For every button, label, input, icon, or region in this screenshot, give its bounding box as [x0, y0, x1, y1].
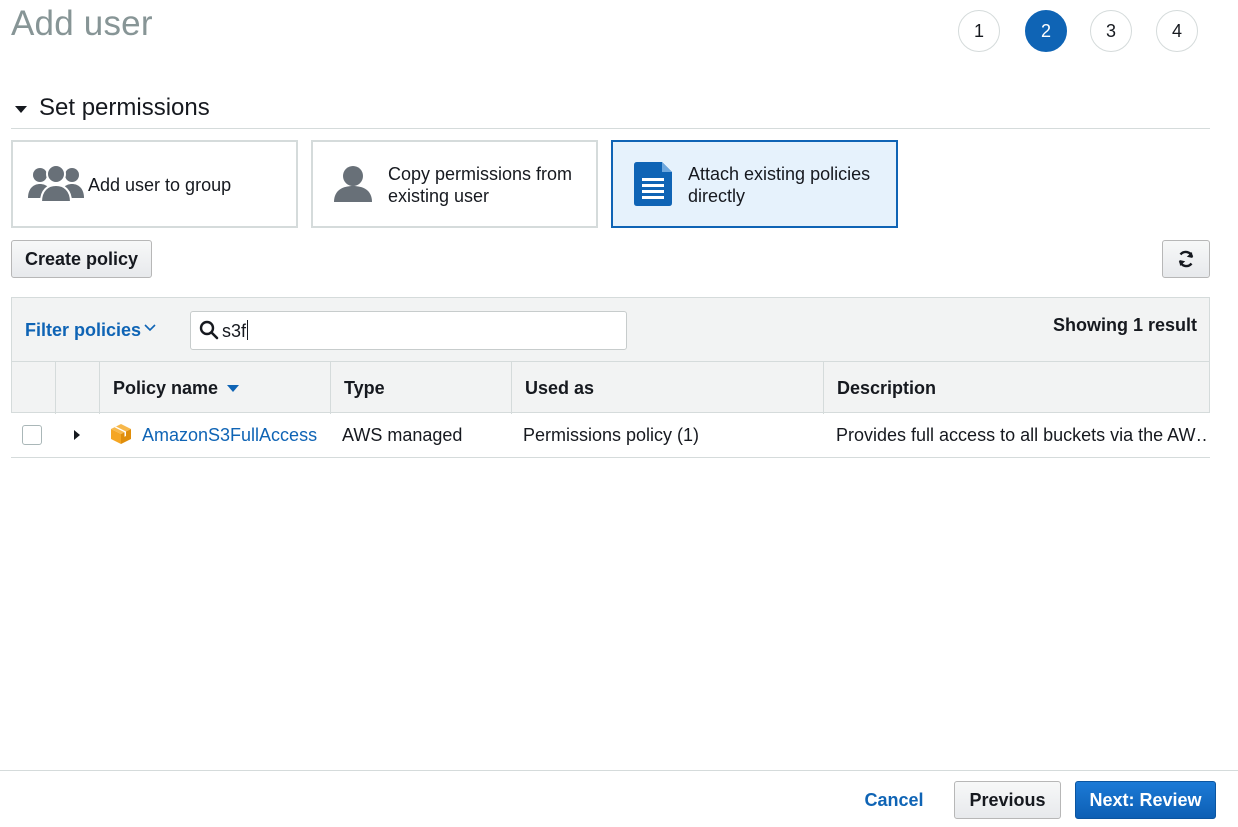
option-add-user-to-group[interactable]: Add user to group	[11, 140, 298, 228]
cancel-button[interactable]: Cancel	[854, 781, 934, 819]
search-input[interactable]: s3f	[190, 311, 627, 350]
aws-managed-policy-icon	[111, 424, 131, 444]
column-label: Policy name	[113, 377, 219, 398]
table-row: AmazonS3FullAccess AWS managed Permissio…	[11, 413, 1210, 458]
column-label: Used as	[525, 377, 595, 398]
document-icon	[634, 162, 672, 206]
column-label: Description	[837, 377, 937, 398]
sort-caret-icon	[227, 384, 240, 392]
header-used-as[interactable]: Used as	[512, 362, 824, 414]
policy-name-link[interactable]: AmazonS3FullAccess	[142, 413, 317, 457]
search-value: s3f	[222, 321, 247, 341]
option-label: Add user to group	[88, 175, 232, 195]
policy-type: AWS managed	[342, 424, 463, 445]
option-label-line1: Copy permissions from	[388, 164, 573, 184]
refresh-icon	[1178, 250, 1194, 268]
option-copy-permissions[interactable]: Copy permissions from existing user	[311, 140, 598, 228]
option-label-line1: Attach existing policies	[688, 164, 871, 184]
policy-description: Provides full access to all buckets via …	[836, 424, 1206, 445]
chevron-down-icon[interactable]	[144, 322, 156, 332]
policies-table: Filter policies s3f Showing 1 result Pol…	[11, 297, 1210, 458]
step-1[interactable]: 1	[958, 10, 1000, 52]
header-policy-name[interactable]: Policy name	[100, 362, 331, 414]
step-2-current[interactable]: 2	[1025, 10, 1067, 52]
step-3[interactable]: 3	[1090, 10, 1132, 52]
column-label: Type	[344, 377, 385, 398]
row-checkbox[interactable]	[22, 425, 42, 445]
step-4[interactable]: 4	[1156, 10, 1198, 52]
text-cursor	[247, 320, 249, 340]
policy-used-as: Permissions policy (1)	[523, 424, 700, 445]
table-header: Policy name Type Used as Description	[11, 361, 1211, 414]
option-label-line2: directly	[688, 186, 746, 206]
create-policy-button[interactable]: Create policy	[11, 240, 152, 278]
header-description[interactable]: Description	[824, 362, 1211, 414]
collapse-caret-icon[interactable]	[15, 106, 27, 113]
section-title: Set permissions	[39, 94, 210, 121]
previous-button[interactable]: Previous	[954, 781, 1061, 819]
header-select-col	[12, 362, 56, 414]
refresh-button[interactable]	[1162, 240, 1210, 278]
wizard-steps: 1 2 3 4	[958, 10, 1202, 54]
next-review-button[interactable]: Next: Review	[1075, 781, 1216, 819]
expand-row-caret-icon[interactable]	[74, 430, 80, 440]
result-count: Showing 1 result	[1052, 315, 1197, 335]
users-group-icon	[28, 164, 84, 203]
filter-policies-dropdown[interactable]: Filter policies	[25, 320, 141, 341]
option-label-line2: existing user	[388, 186, 490, 206]
policy-name[interactable]: AmazonS3FullAccess	[142, 425, 317, 446]
header-type[interactable]: Type	[331, 362, 512, 414]
filter-bar: Filter policies s3f Showing 1 result	[11, 297, 1210, 361]
option-attach-policies[interactable]: Attach existing policies directly	[611, 140, 898, 228]
set-permissions-section-header[interactable]: Set permissions	[11, 92, 1210, 129]
page-title: Add user	[11, 4, 153, 43]
user-icon	[334, 166, 372, 202]
header-expand-col	[56, 362, 100, 414]
search-icon	[199, 320, 219, 340]
